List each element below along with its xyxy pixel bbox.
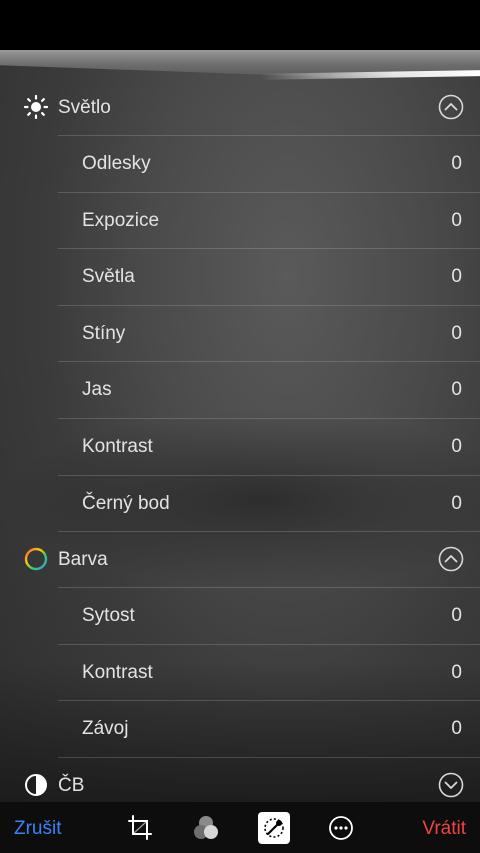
adjustment-row-black-point[interactable]: Černý bod 0 xyxy=(58,474,480,532)
row-value: 0 xyxy=(451,605,462,627)
bottom-toolbar: Zrušit Vrátit xyxy=(0,802,480,853)
color-wheel-icon xyxy=(24,547,48,571)
row-value: 0 xyxy=(451,153,462,174)
section-title: Barva xyxy=(58,549,108,571)
row-value: 0 xyxy=(451,209,462,231)
row-value: 0 xyxy=(451,435,462,457)
adjustments-list: Světlo Odlesky 0 Expozice 0 Světla 0 Stí… xyxy=(0,80,480,813)
row-label: Kontrast xyxy=(82,435,153,457)
row-label: Odlesky xyxy=(82,153,151,174)
section-header-color[interactable]: Barva xyxy=(0,532,480,587)
more-icon[interactable] xyxy=(325,812,357,844)
chevron-up-icon[interactable] xyxy=(438,546,464,572)
chevron-down-icon[interactable] xyxy=(438,772,464,798)
adjust-icon[interactable] xyxy=(258,812,290,844)
row-value: 0 xyxy=(451,379,462,401)
section-title: ČB xyxy=(58,774,85,796)
adjustment-row-cast[interactable]: Závoj 0 xyxy=(58,700,480,757)
adjustment-row-saturation[interactable]: Sytost 0 xyxy=(58,587,480,644)
sun-icon xyxy=(24,95,48,119)
row-label: Světla xyxy=(82,266,135,288)
photo-highlight xyxy=(0,50,480,78)
cancel-button[interactable]: Zrušit xyxy=(14,818,62,840)
filters-icon[interactable] xyxy=(190,812,222,844)
status-bar-area xyxy=(0,0,480,50)
row-value: 0 xyxy=(451,322,462,344)
crop-icon[interactable] xyxy=(124,812,156,844)
row-value: 0 xyxy=(451,266,462,288)
adjustment-row-lights[interactable]: Světla 0 xyxy=(58,248,480,305)
revert-button[interactable]: Vrátit xyxy=(422,818,466,840)
row-label: Kontrast xyxy=(82,661,153,683)
adjustment-row-exposure[interactable]: Expozice 0 xyxy=(58,191,480,249)
row-label: Černý bod xyxy=(82,492,170,514)
row-label: Expozice xyxy=(82,209,160,231)
adjustment-row-shadows[interactable]: Stíny 0 xyxy=(58,304,480,362)
row-label: Stíny xyxy=(82,322,126,344)
section-title: Světlo xyxy=(58,97,111,118)
chevron-up-icon[interactable] xyxy=(438,94,464,120)
row-label: Závoj xyxy=(82,718,129,740)
adjustment-row-brightness[interactable]: Jas 0 xyxy=(58,361,480,418)
row-value: 0 xyxy=(451,718,462,740)
row-label: Jas xyxy=(82,379,112,401)
row-value: 0 xyxy=(451,661,462,683)
row-value: 0 xyxy=(451,492,462,514)
half-circle-icon xyxy=(25,773,47,796)
adjustment-row-highlights[interactable]: Odlesky 0 xyxy=(58,135,480,192)
section-header-light[interactable]: Světlo xyxy=(0,80,480,135)
adjustment-row-contrast[interactable]: Kontrast 0 xyxy=(58,417,480,475)
row-label: Sytost xyxy=(82,605,135,627)
adjustment-row-color-contrast[interactable]: Kontrast 0 xyxy=(58,643,480,701)
